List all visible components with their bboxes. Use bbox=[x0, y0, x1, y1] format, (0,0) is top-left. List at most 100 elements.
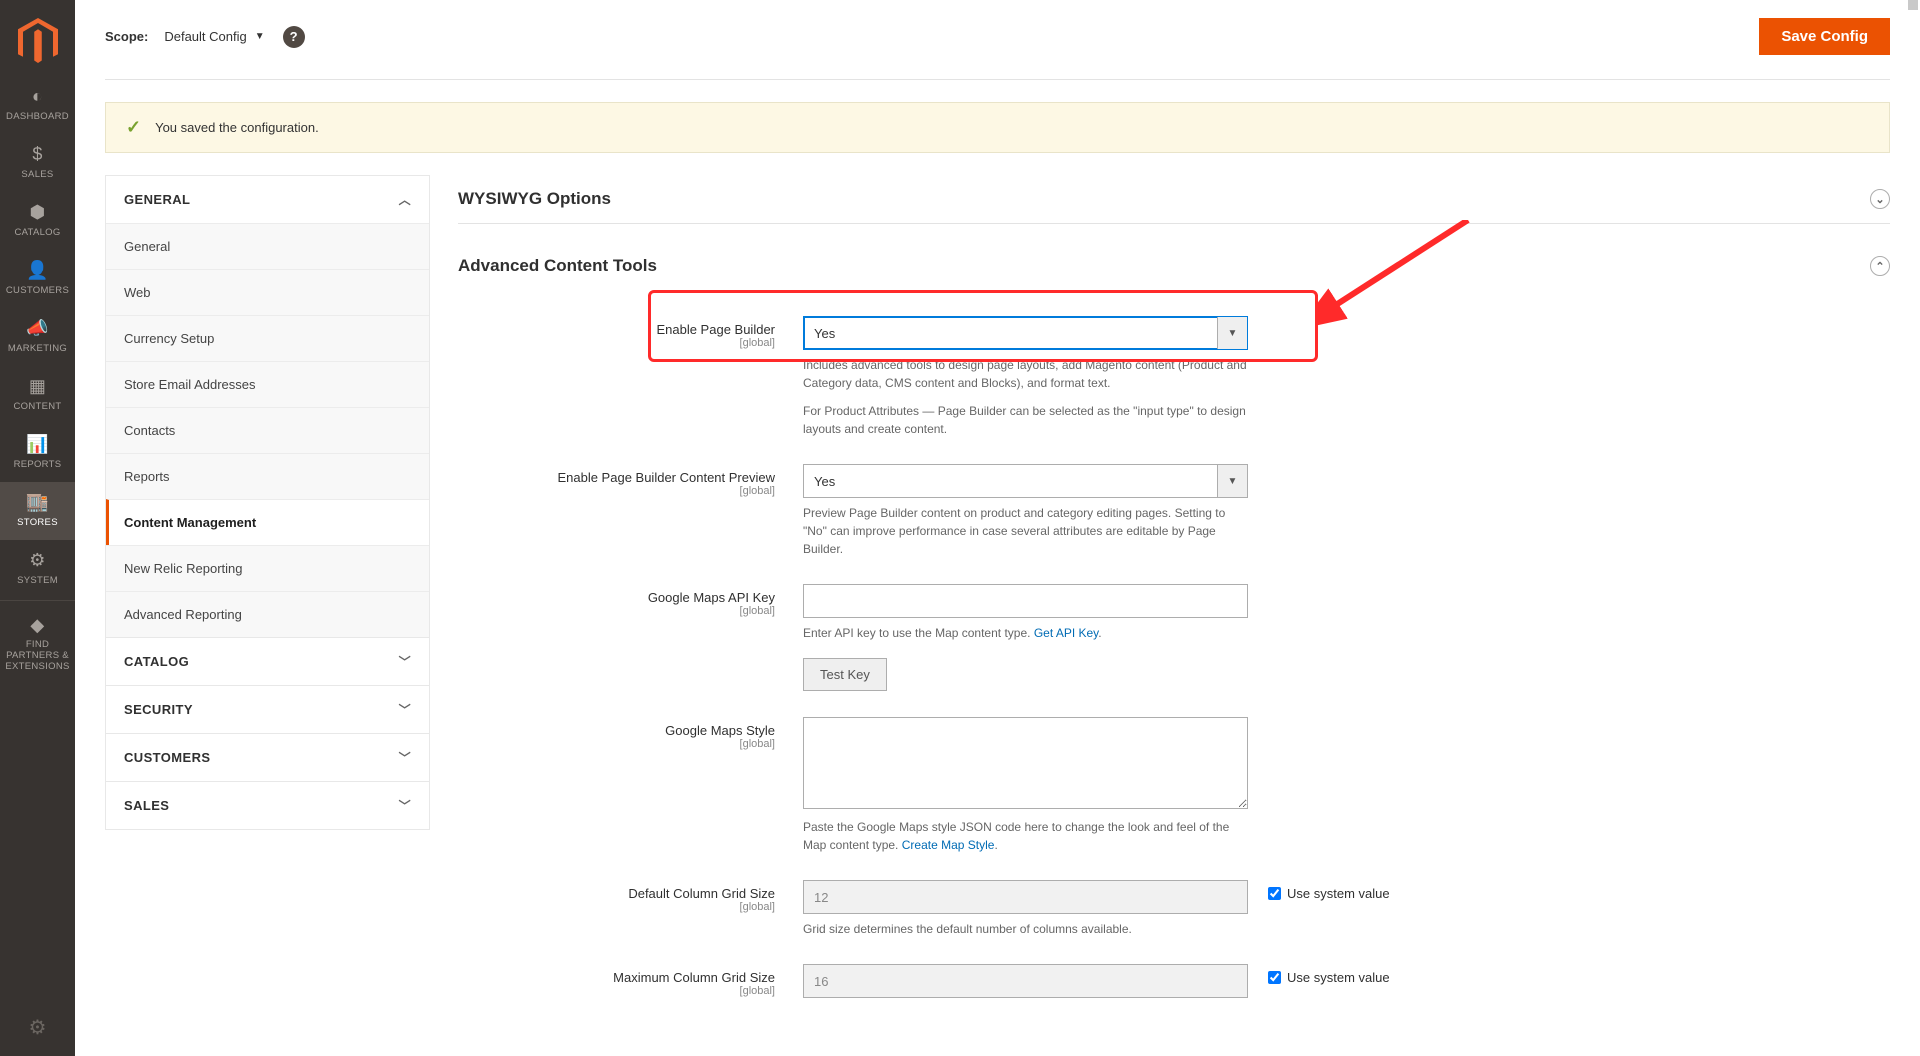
sidebar-group-sales: SALES ﹀ bbox=[105, 782, 430, 830]
sidebar-group-head[interactable]: GENERAL ︿ bbox=[106, 176, 429, 223]
test-key-button[interactable]: Test Key bbox=[803, 658, 887, 691]
field-google-maps-api-key: Google Maps API Key [global] Enter API k… bbox=[458, 576, 1890, 709]
field-note: Grid size determines the default number … bbox=[803, 920, 1248, 938]
field-note: Includes advanced tools to design page l… bbox=[803, 356, 1248, 392]
success-text: You saved the configuration. bbox=[155, 120, 319, 135]
nav-reports[interactable]: 📊REPORTS bbox=[0, 424, 75, 482]
field-scope: [global] bbox=[458, 738, 775, 750]
field-label: Enable Page Builder bbox=[656, 322, 775, 337]
field-note: Preview Page Builder content on product … bbox=[803, 504, 1248, 558]
magento-logo[interactable] bbox=[18, 18, 58, 58]
box-icon: ⬢ bbox=[29, 202, 45, 223]
chevron-down-icon: ﹀ bbox=[399, 653, 411, 670]
field-default-column-grid-size: Default Column Grid Size [global] Grid s… bbox=[458, 872, 1890, 956]
advanced-content-tools-body: Enable Page Builder [global] Yes ▼ Inclu… bbox=[458, 290, 1890, 1016]
help-icon[interactable]: ? bbox=[283, 26, 305, 48]
caret-down-icon: ▼ bbox=[255, 31, 265, 42]
field-scope: [global] bbox=[458, 901, 775, 913]
field-label: Google Maps API Key bbox=[648, 590, 775, 605]
nav-stores[interactable]: 🏬STORES bbox=[0, 482, 75, 540]
enable-content-preview-select[interactable]: Yes ▼ bbox=[803, 464, 1248, 498]
enable-page-builder-select[interactable]: Yes ▼ bbox=[803, 316, 1248, 350]
chevron-down-icon: ﹀ bbox=[399, 797, 411, 814]
nav-customers[interactable]: 👤CUSTOMERS bbox=[0, 250, 75, 308]
sidebar-group-head[interactable]: SALES ﹀ bbox=[106, 782, 429, 829]
google-maps-style-textarea[interactable] bbox=[803, 717, 1248, 809]
sidebar-group-customers: CUSTOMERS ﹀ bbox=[105, 734, 430, 782]
loading-icon: ⚙ bbox=[29, 999, 47, 1056]
store-icon: 🏬 bbox=[26, 492, 49, 513]
sidebar-item-contacts[interactable]: Contacts bbox=[106, 407, 429, 453]
sidebar-item-currency[interactable]: Currency Setup bbox=[106, 315, 429, 361]
nav-content[interactable]: ▦CONTENT bbox=[0, 366, 75, 424]
section-wysiwyg-options[interactable]: WYSIWYG Options ⌄ bbox=[458, 175, 1890, 224]
google-maps-api-key-input[interactable] bbox=[803, 584, 1248, 618]
use-system-value-checkbox[interactable]: Use system value bbox=[1248, 964, 1390, 985]
chevron-down-icon: ﹀ bbox=[399, 701, 411, 718]
admin-nav: ◐DASHBOARD $SALES ⬢CATALOG 👤CUSTOMERS 📣M… bbox=[0, 0, 75, 1056]
config-sidebar: GENERAL ︿ General Web Currency Setup Sto… bbox=[105, 175, 430, 1016]
sidebar-group-security: SECURITY ﹀ bbox=[105, 686, 430, 734]
chart-icon: 📊 bbox=[26, 434, 49, 455]
create-map-style-link[interactable]: Create Map Style bbox=[902, 838, 995, 852]
nav-dashboard[interactable]: ◐DASHBOARD bbox=[0, 76, 75, 134]
field-note: Enter API key to use the Map content typ… bbox=[803, 624, 1248, 642]
sidebar-item-reports[interactable]: Reports bbox=[106, 453, 429, 499]
collapse-icon: ⌃ bbox=[1870, 256, 1890, 276]
dollar-icon: $ bbox=[32, 144, 42, 165]
nav-system[interactable]: ⚙SYSTEM bbox=[0, 540, 75, 598]
nav-sales[interactable]: $SALES bbox=[0, 134, 75, 192]
field-scope: [global] bbox=[458, 485, 775, 497]
layout-icon: ▦ bbox=[29, 376, 46, 397]
partners-icon: ◆ bbox=[30, 615, 44, 636]
sidebar-item-new-relic[interactable]: New Relic Reporting bbox=[106, 545, 429, 591]
dropdown-toggle-icon[interactable]: ▼ bbox=[1217, 317, 1247, 349]
checkbox-input[interactable] bbox=[1268, 887, 1281, 900]
sidebar-item-store-email[interactable]: Store Email Addresses bbox=[106, 361, 429, 407]
get-api-key-link[interactable]: Get API Key bbox=[1034, 626, 1098, 640]
sidebar-group-head[interactable]: SECURITY ﹀ bbox=[106, 686, 429, 733]
max-grid-input bbox=[803, 964, 1248, 998]
field-maximum-column-grid-size: Maximum Column Grid Size [global] Use sy… bbox=[458, 956, 1890, 1016]
field-note: Paste the Google Maps style JSON code he… bbox=[803, 818, 1248, 854]
sidebar-group-general: GENERAL ︿ General Web Currency Setup Sto… bbox=[105, 175, 430, 638]
field-note: For Product Attributes — Page Builder ca… bbox=[803, 402, 1248, 438]
field-label: Google Maps Style bbox=[665, 723, 775, 738]
default-grid-input bbox=[803, 880, 1248, 914]
sidebar-group-head[interactable]: CUSTOMERS ﹀ bbox=[106, 734, 429, 781]
nav-marketing[interactable]: 📣MARKETING bbox=[0, 308, 75, 366]
chevron-down-icon: ﹀ bbox=[399, 749, 411, 766]
nav-find-partners[interactable]: ◆FIND PARTNERS & EXTENSIONS bbox=[0, 600, 75, 684]
person-icon: 👤 bbox=[26, 260, 49, 281]
field-label: Maximum Column Grid Size bbox=[613, 970, 775, 985]
field-label: Enable Page Builder Content Preview bbox=[557, 470, 775, 485]
sidebar-item-web[interactable]: Web bbox=[106, 269, 429, 315]
sidebar-item-general[interactable]: General bbox=[106, 223, 429, 269]
megaphone-icon: 📣 bbox=[26, 318, 49, 339]
expand-icon: ⌄ bbox=[1870, 189, 1890, 209]
field-scope: [global] bbox=[458, 985, 775, 997]
use-system-value-checkbox[interactable]: Use system value bbox=[1248, 880, 1390, 901]
config-body: WYSIWYG Options ⌄ Advanced Content Tools… bbox=[458, 175, 1890, 1016]
gauge-icon: ◐ bbox=[32, 86, 43, 107]
scope-value: Default Config bbox=[164, 29, 246, 44]
field-label: Default Column Grid Size bbox=[628, 886, 775, 901]
sidebar-group-head[interactable]: CATALOG ﹀ bbox=[106, 638, 429, 685]
checkbox-input[interactable] bbox=[1268, 971, 1281, 984]
sidebar-item-adv-reporting[interactable]: Advanced Reporting bbox=[106, 591, 429, 637]
field-enable-page-builder: Enable Page Builder [global] Yes ▼ Inclu… bbox=[458, 308, 1890, 456]
checkmark-icon: ✓ bbox=[126, 117, 141, 138]
dropdown-toggle-icon[interactable]: ▼ bbox=[1217, 465, 1247, 497]
success-message: ✓ You saved the configuration. bbox=[105, 102, 1890, 153]
section-advanced-content-tools[interactable]: Advanced Content Tools ⌃ bbox=[458, 242, 1890, 290]
scope-label: Scope: bbox=[105, 29, 148, 44]
scroll-indicator bbox=[1908, 0, 1918, 10]
page-header: Scope: Default Config ▼ ? Save Config bbox=[105, 0, 1890, 80]
field-enable-content-preview: Enable Page Builder Content Preview [glo… bbox=[458, 456, 1890, 576]
sidebar-item-content-management[interactable]: Content Management bbox=[106, 499, 429, 545]
save-config-button[interactable]: Save Config bbox=[1759, 18, 1890, 55]
nav-catalog[interactable]: ⬢CATALOG bbox=[0, 192, 75, 250]
sidebar-group-catalog: CATALOG ﹀ bbox=[105, 638, 430, 686]
scope-selector[interactable]: Default Config ▼ bbox=[164, 29, 264, 44]
field-scope: [global] bbox=[458, 605, 775, 617]
